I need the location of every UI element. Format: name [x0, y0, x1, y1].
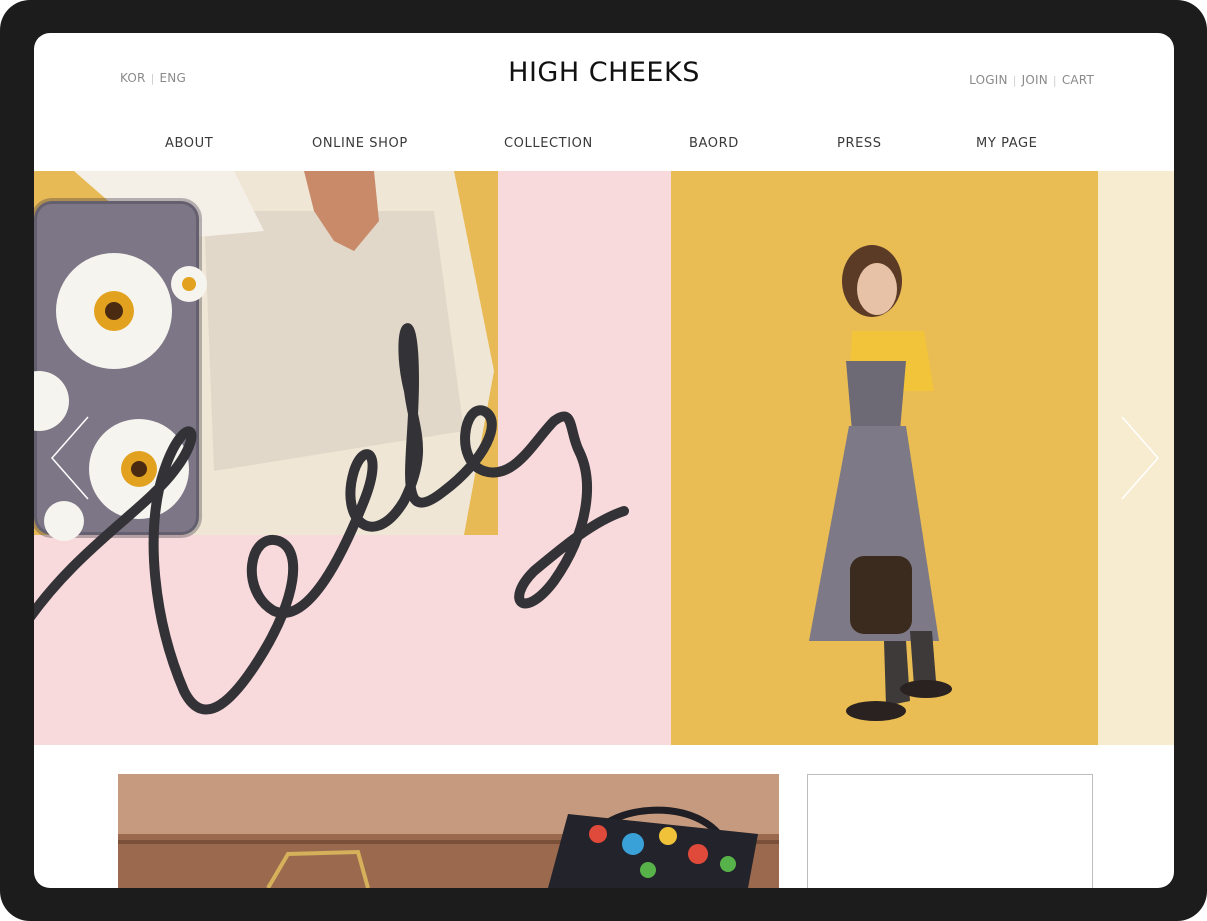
chevron-left-icon	[51, 416, 89, 500]
nav-item-my-page[interactable]: MY PAGE	[976, 136, 1037, 151]
hero-artwork	[34, 171, 952, 721]
browser-viewport: KOR | ENG HIGH CHEEKS LOGIN | JOIN | CART ABOU…	[34, 33, 1174, 888]
main-nav: ABOUT ONLINE SHOP COLLECTION BAORD PRESS…	[34, 136, 1174, 160]
cart-link[interactable]: CART	[1062, 73, 1094, 87]
divider: |	[1052, 74, 1057, 87]
chevron-right-icon	[1121, 416, 1159, 500]
featured-product-image[interactable]	[118, 774, 779, 888]
featured-bag-photo	[118, 774, 779, 888]
nav-item-collection[interactable]: COLLECTION	[504, 136, 593, 151]
login-link[interactable]: LOGIN	[969, 73, 1008, 87]
nav-item-press[interactable]: PRESS	[837, 136, 882, 151]
nav-item-online-shop[interactable]: ONLINE SHOP	[312, 136, 408, 151]
nav-item-board[interactable]: BAORD	[689, 136, 739, 151]
divider: |	[1012, 74, 1017, 87]
slider-next-button[interactable]	[1118, 415, 1162, 501]
user-links: LOGIN | JOIN | CART	[969, 73, 1094, 87]
lace-layer	[204, 211, 464, 471]
tablet-frame: KOR | ENG HIGH CHEEKS LOGIN | JOIN | CART ABOU…	[0, 0, 1207, 921]
join-link[interactable]: JOIN	[1022, 73, 1048, 87]
nav-item-about[interactable]: ABOUT	[165, 136, 213, 151]
side-banner-box[interactable]	[807, 774, 1093, 888]
slider-prev-button[interactable]	[48, 415, 92, 501]
hero-slider	[34, 171, 1174, 745]
model-figure	[809, 245, 952, 721]
